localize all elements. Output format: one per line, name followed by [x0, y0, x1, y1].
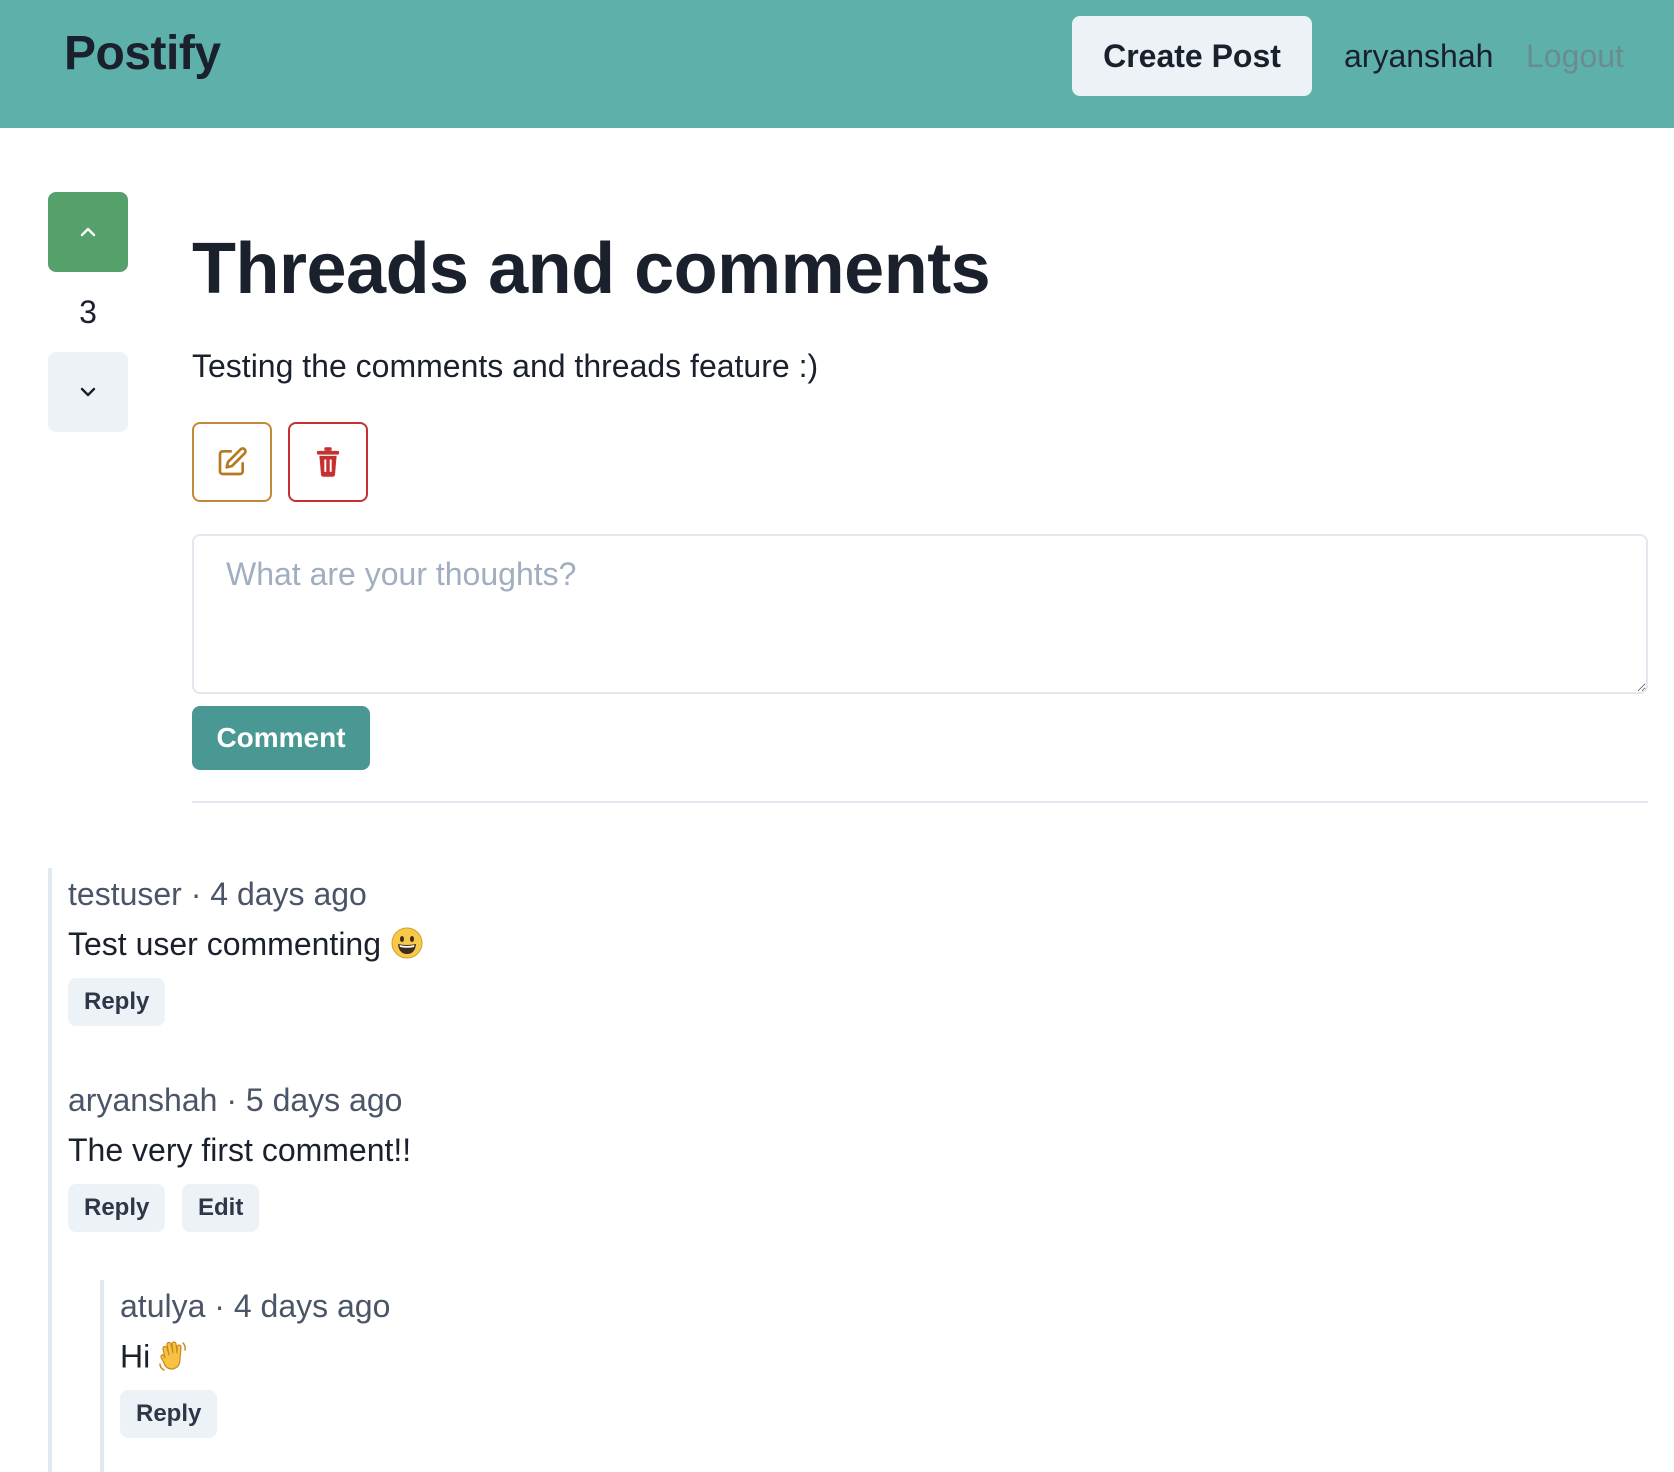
reply-button[interactable]: Reply: [68, 978, 166, 1026]
grinning-face-emoji-icon: [391, 927, 423, 967]
comment-text: The very first comment!!: [68, 1132, 412, 1168]
trash-icon: [316, 447, 340, 477]
comment-meta: testuser · 4 days ago: [68, 876, 367, 912]
vote-count: 3: [79, 294, 97, 330]
upvote-button[interactable]: [48, 192, 128, 272]
nav-username[interactable]: aryanshah: [1344, 38, 1493, 75]
comment-meta: atulya · 4 days ago: [120, 1288, 391, 1324]
submit-comment-button[interactable]: Comment: [192, 706, 370, 770]
edit-post-button[interactable]: [192, 422, 272, 502]
comment-text: Hi: [120, 1338, 190, 1380]
brand-logo[interactable]: Postify: [64, 26, 221, 81]
comment-input[interactable]: [192, 534, 1648, 694]
post-body: Testing the comments and threads feature…: [192, 348, 819, 384]
divider: [192, 801, 1648, 803]
thread-line: [48, 868, 52, 1472]
downvote-button[interactable]: [48, 352, 128, 432]
reply-button[interactable]: Reply: [120, 1390, 218, 1438]
comment-meta: aryanshah · 5 days ago: [68, 1082, 403, 1118]
navbar: Postify Create Post aryanshah Logout: [0, 0, 1674, 128]
nested-thread-line: [100, 1280, 104, 1472]
edit-icon: [218, 447, 247, 476]
delete-post-button[interactable]: [288, 422, 368, 502]
post-title: Threads and comments: [192, 229, 991, 309]
chevron-up-icon: [80, 227, 96, 237]
chevron-down-icon: [80, 387, 96, 397]
comment-text-content: Test user commenting: [68, 926, 382, 962]
reply-button[interactable]: Reply: [68, 1184, 166, 1232]
create-post-button[interactable]: Create Post: [1072, 16, 1312, 96]
logout-link[interactable]: Logout: [1526, 38, 1624, 75]
comment-text-content: Hi: [120, 1338, 151, 1375]
edit-comment-button[interactable]: Edit: [182, 1184, 260, 1232]
comment-text: Test user commenting: [68, 926, 423, 967]
waving-hand-emoji-icon: [156, 1338, 190, 1380]
